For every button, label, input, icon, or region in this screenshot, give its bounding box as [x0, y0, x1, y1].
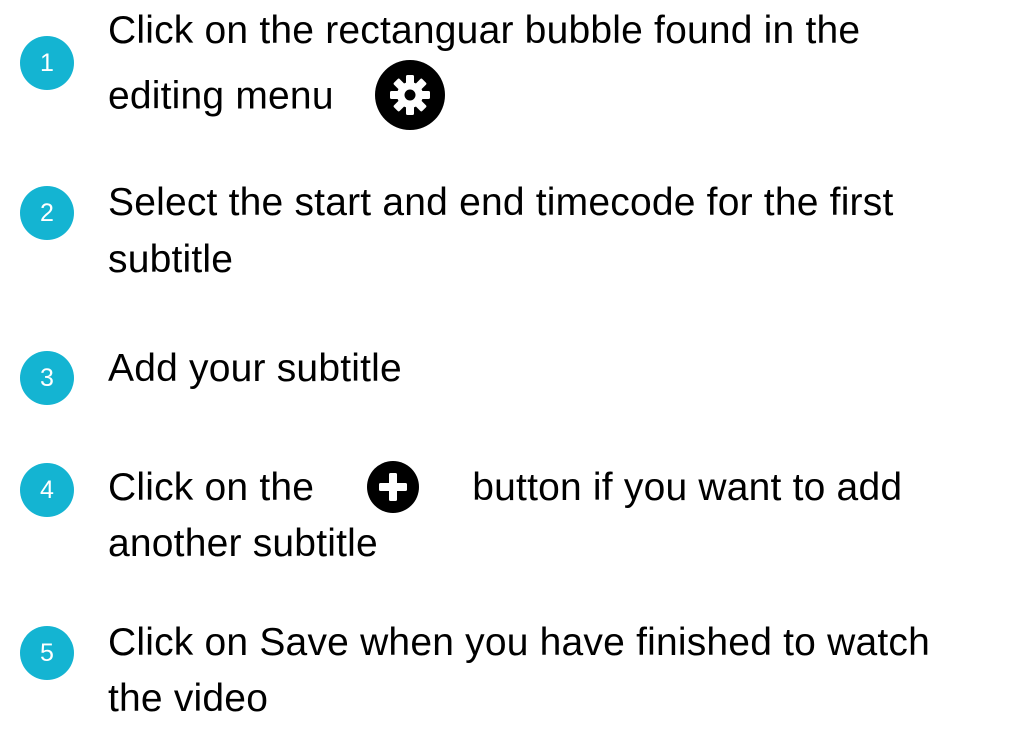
step-2-line-1: Select the start and end timecode for th…: [108, 181, 894, 224]
step-1-line-2: editing menu: [108, 60, 445, 133]
step-5-line-2: the video: [108, 677, 269, 720]
step-5-line-1: Click on Save when you have finished to …: [108, 621, 930, 664]
step-number-badge: 1: [20, 36, 74, 90]
step-4-line-2: another subtitle: [108, 522, 378, 565]
step-4-line-1-before: Click on the: [108, 466, 315, 509]
step-number-badge: 3: [20, 351, 74, 405]
step-number-badge: 4: [20, 463, 74, 517]
step-1-line-2-text: editing menu: [108, 74, 334, 118]
step-3-line-1: Add your subtitle: [108, 347, 402, 390]
step-4-line-1: Click on the button if you want to add: [108, 460, 903, 516]
step-1-line-1: Click on the rectanguar bubble found in …: [108, 9, 861, 52]
step-2-line-2: subtitle: [108, 238, 234, 281]
step-number-badge: 5: [20, 626, 74, 680]
step-4-line-1-after: button if you want to add: [472, 466, 903, 509]
gear-icon: [374, 60, 445, 130]
plus-icon: [367, 460, 420, 513]
step-number-badge: 2: [20, 186, 74, 240]
